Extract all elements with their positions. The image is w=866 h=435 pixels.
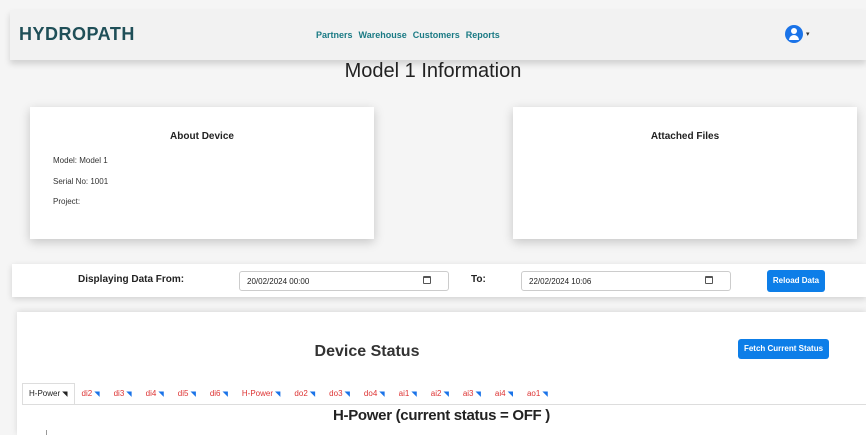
tab-ao1[interactable]: ao1 ◥ <box>520 383 555 405</box>
caret-icon: ◥ <box>443 391 449 398</box>
current-status-heading: H-Power (current status = OFF ) <box>333 407 550 424</box>
from-date-input[interactable]: 20/02/2024 00:00 <box>239 271 449 291</box>
caret-icon: ◥ <box>62 391 68 398</box>
attached-files-card: Attached Files <box>513 107 857 239</box>
tab-ai3[interactable]: ai3 ◥ <box>456 383 488 405</box>
caret-icon: ◥ <box>542 391 548 398</box>
status-tabs: H-Power ◥ di2 ◥ di3 ◥ di4 ◥ di5 ◥ di6 ◥ H-Powe… <box>22 383 555 405</box>
to-date-input[interactable]: 22/02/2024 10:06 <box>521 271 731 291</box>
tab-di3[interactable]: di3 ◥ <box>107 383 139 405</box>
nav-reports[interactable]: Reports <box>466 30 500 40</box>
caret-icon: ◥ <box>475 391 481 398</box>
caret-icon: ◥ <box>275 391 281 398</box>
serial-text: Serial No: 1001 <box>53 177 109 186</box>
caret-icon: ◥ <box>94 391 100 398</box>
attached-files-title: Attached Files <box>650 131 720 142</box>
caret-icon: ◥ <box>126 391 132 398</box>
calendar-icon[interactable] <box>423 276 431 284</box>
caret-icon: ◥ <box>190 391 196 398</box>
project-text: Project: <box>53 197 81 206</box>
tab-di6[interactable]: di6 ◥ <box>203 383 235 405</box>
page-title: Model 1 Information <box>344 60 522 82</box>
tab-di2[interactable]: di2 ◥ <box>75 383 107 405</box>
from-label: Displaying Data From: <box>78 274 185 285</box>
caret-icon: ◥ <box>379 391 385 398</box>
tab-ai2[interactable]: ai2 ◥ <box>424 383 456 405</box>
tabs-divider <box>22 404 866 405</box>
caret-icon: ◥ <box>309 391 316 398</box>
nav-links: Partners Warehouse Customers Reports <box>316 30 506 40</box>
nav-customers[interactable]: Customers <box>413 30 460 40</box>
tab-di5[interactable]: di5 ◥ <box>171 383 203 405</box>
brand-logo[interactable]: HYDROPATH <box>19 24 135 45</box>
reload-data-button[interactable]: Reload Data <box>767 270 825 292</box>
caret-icon: ◥ <box>344 391 350 398</box>
from-date-value: 20/02/2024 00:00 <box>247 277 310 286</box>
tab-ai1[interactable]: ai1 ◥ <box>392 383 424 405</box>
caret-icon: ◥ <box>411 391 417 398</box>
caret-icon: ◥ <box>507 391 513 398</box>
caret-icon: ◥ <box>222 391 228 398</box>
calendar-icon[interactable] <box>705 276 713 284</box>
nav-warehouse[interactable]: Warehouse <box>359 30 407 40</box>
tab-h-power-2[interactable]: H-Power ◥ <box>235 383 288 405</box>
chart-axis-tick <box>46 430 47 435</box>
nav-partners[interactable]: Partners <box>316 30 353 40</box>
to-date-value: 22/02/2024 10:06 <box>529 277 592 286</box>
device-status-title: Device Status <box>314 343 420 360</box>
tab-do2[interactable]: do2 ◥ <box>287 383 322 405</box>
device-status-card: Device Status Fetch Current Status H-Pow… <box>17 312 866 435</box>
caret-icon: ◥ <box>158 391 164 398</box>
tab-h-power[interactable]: H-Power ◥ <box>22 383 75 405</box>
to-label: To: <box>471 274 486 285</box>
user-avatar-icon[interactable] <box>785 25 803 43</box>
tab-ai4[interactable]: ai4 ◥ <box>488 383 520 405</box>
date-range-bar: Displaying Data From: 20/02/2024 00:00 T… <box>12 264 866 297</box>
chevron-down-icon[interactable]: ▾ <box>806 30 810 38</box>
about-device-title: About Device <box>170 131 234 142</box>
about-device-card: About Device Model: Model 1 Serial No: 1… <box>30 107 374 239</box>
fetch-current-status-button[interactable]: Fetch Current Status <box>738 339 829 359</box>
tab-di4[interactable]: di4 ◥ <box>139 383 171 405</box>
model-text: Model: Model 1 <box>53 156 108 165</box>
tab-do4[interactable]: do4 ◥ <box>357 383 392 405</box>
tab-do3[interactable]: do3 ◥ <box>322 383 357 405</box>
top-navbar: HYDROPATH Partners Warehouse Customers Repo… <box>10 10 866 60</box>
